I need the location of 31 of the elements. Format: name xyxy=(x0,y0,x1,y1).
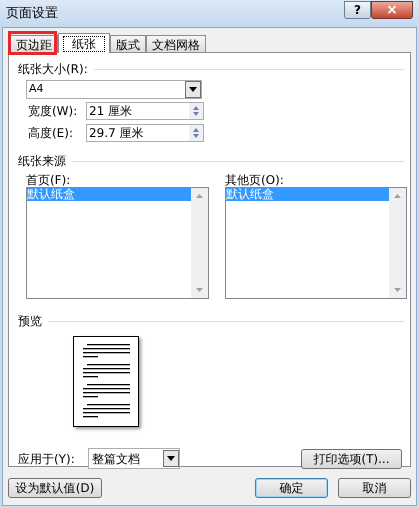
window-title: 页面设置 xyxy=(6,4,59,23)
section-title: 预览 xyxy=(18,313,42,330)
tab[interactable]: 页边距 xyxy=(10,35,58,52)
help-button[interactable]: ? xyxy=(344,0,371,18)
section-title: 纸张大小(R): xyxy=(18,61,88,78)
list-label: 其他页(O): xyxy=(225,172,285,187)
spinner-arrows-icon[interactable] xyxy=(189,103,203,119)
section-title: 纸张来源 xyxy=(18,153,66,170)
tab[interactable]: 版式 xyxy=(110,35,146,52)
scroll-down-icon xyxy=(196,288,203,292)
dialog-button[interactable]: 确定 xyxy=(255,478,328,498)
highlight-frame xyxy=(8,31,57,55)
scrollbar[interactable] xyxy=(389,188,406,298)
print-options-button[interactable]: 打印选项(T)... xyxy=(301,448,402,468)
tab[interactable]: 文档网格 xyxy=(146,35,206,52)
tab[interactable]: 纸张 xyxy=(58,33,110,53)
dialog-button[interactable]: 取消 xyxy=(338,478,411,498)
spinner-arrows-icon[interactable] xyxy=(189,125,203,141)
field-label: 宽度(W): xyxy=(28,103,78,120)
field-label: 应用于(Y): xyxy=(18,450,76,468)
scroll-up-icon xyxy=(394,194,401,198)
dialog-button[interactable]: 设为默认值(D) xyxy=(8,478,102,498)
list-label: 首页(F): xyxy=(26,172,72,187)
field-label: 高度(E): xyxy=(28,125,74,142)
number-field[interactable]: 29.7 厘米 xyxy=(86,124,204,142)
scroll-up-icon xyxy=(196,194,203,198)
number-field[interactable]: 21 厘米 xyxy=(86,102,204,120)
scroll-down-icon xyxy=(394,288,401,292)
apply-to-dropdown[interactable]: 整篇文档 xyxy=(88,448,180,469)
scrollbar[interactable] xyxy=(191,188,208,298)
paper-size-dropdown[interactable]: A4 xyxy=(26,80,202,99)
